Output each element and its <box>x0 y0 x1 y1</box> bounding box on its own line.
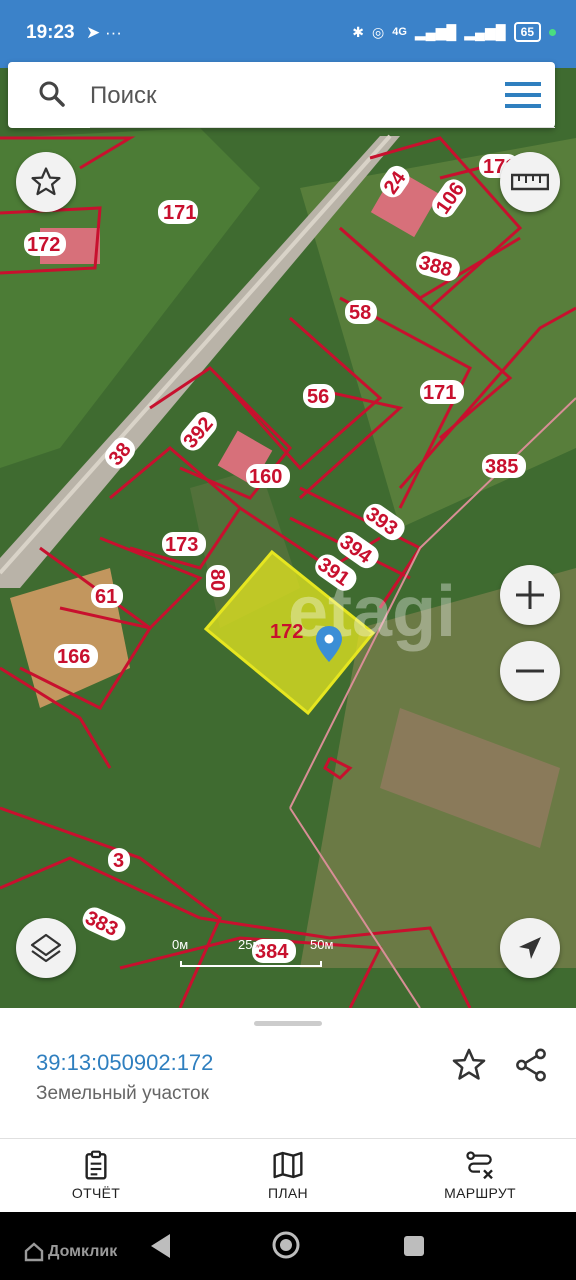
parcel-label: 171 <box>420 380 464 404</box>
cadastral-number[interactable]: 39:13:050902:172 <box>36 1050 213 1076</box>
scale-label-25: 25м <box>238 937 262 952</box>
privacy-dot <box>549 28 556 36</box>
parcel-label: 385 <box>482 454 526 478</box>
parcel-label: 160 <box>246 464 290 488</box>
parcel-type: Земельный участок <box>36 1083 209 1104</box>
tab-route-label: МАРШРУТ <box>444 1185 516 1201</box>
zoom-in-button[interactable] <box>500 565 560 625</box>
svg-text:61: 61 <box>95 586 117 608</box>
drag-handle[interactable] <box>254 1021 322 1026</box>
map-icon <box>273 1151 303 1179</box>
status-bar: 19:23 ➤ ··· ✱ ◎ 4G ▂▄▆█ ▂▄▆█ 65 <box>0 0 576 68</box>
svg-text:171: 171 <box>163 202 196 224</box>
navigation-arrow-icon <box>519 937 541 959</box>
svg-text:80: 80 <box>206 569 228 591</box>
telegram-icon: ➤ ··· <box>86 23 122 42</box>
scale-bar <box>180 961 322 967</box>
tab-route[interactable]: МАРШРУТ <box>384 1139 576 1213</box>
network-type: 4G <box>392 26 407 38</box>
status-icons: ✱ ◎ 4G ▂▄▆█ ▂▄▆█ 65 <box>352 22 556 42</box>
svg-text:385: 385 <box>485 456 518 478</box>
parcel-label: 172 <box>270 621 303 643</box>
parcel-label: 58 <box>345 300 377 324</box>
search-input[interactable]: Поиск <box>90 82 157 110</box>
signal-icon: ▂▄▆█ <box>414 23 457 40</box>
satellite-map[interactable]: etagi 171 172 24 106 171 388 58 56 171 3… <box>0 68 576 1008</box>
map-scale: 0м 25м 50м <box>172 937 334 977</box>
svg-text:166: 166 <box>57 646 90 668</box>
minus-icon <box>516 669 544 673</box>
ruler-button[interactable] <box>500 152 560 212</box>
parcel-label: 166 <box>54 644 98 668</box>
tab-report-label: ОТЧЁТ <box>71 1185 121 1201</box>
battery-icon: 65 <box>513 22 541 42</box>
my-location-button[interactable] <box>500 918 560 978</box>
tab-plan-label: ПЛАН <box>268 1185 308 1201</box>
parcel-info-sheet[interactable]: 39:13:050902:172 Земельный участок <box>0 1008 576 1138</box>
parcel-label: 172 <box>24 232 66 256</box>
bottom-tabs: ОТЧЁТ ПЛАН МАРШРУТ <box>0 1138 576 1212</box>
menu-icon[interactable] <box>505 82 541 108</box>
system-nav-bar: Домклик <box>0 1212 576 1280</box>
ruler-icon <box>511 173 549 191</box>
brand-text: Домклик <box>48 1243 118 1260</box>
home-icon[interactable] <box>270 1229 302 1261</box>
tab-report[interactable]: ОТЧЁТ <box>0 1139 192 1213</box>
parcel-label: 61 <box>91 584 123 608</box>
map-canvas: etagi 171 172 24 106 171 388 58 56 171 3… <box>0 68 576 1008</box>
parcel-label: 171 <box>158 200 198 224</box>
favorite-layer-button[interactable] <box>16 152 76 212</box>
svg-text:172: 172 <box>270 621 303 643</box>
bluetooth-icon: ✱ <box>352 23 364 40</box>
report-icon <box>85 1150 107 1180</box>
search-icon <box>39 81 65 107</box>
domclick-logo-icon <box>24 1242 44 1262</box>
svg-text:56: 56 <box>307 386 329 408</box>
plus-icon <box>516 581 544 609</box>
search-bar[interactable]: Поиск <box>8 62 555 128</box>
tab-plan[interactable]: ПЛАН <box>192 1139 384 1213</box>
back-icon[interactable] <box>148 1232 174 1260</box>
wifi-icon: ◎ <box>371 23 385 40</box>
svg-text:173: 173 <box>165 534 198 556</box>
layers-button[interactable] <box>16 918 76 978</box>
svg-text:172: 172 <box>27 234 60 256</box>
search-underline <box>90 127 555 128</box>
scale-label-50: 50м <box>310 937 334 952</box>
clock: 19:23 <box>26 22 75 43</box>
share-icon[interactable] <box>512 1046 550 1084</box>
svg-text:160: 160 <box>249 466 282 488</box>
etagi-watermark: etagi <box>288 572 456 652</box>
scale-label-0: 0м <box>172 937 189 952</box>
signal-icon-2: ▂▄▆█ <box>464 23 506 40</box>
star-icon[interactable] <box>450 1046 488 1084</box>
parcel-label: 80 <box>206 565 230 597</box>
zoom-out-button[interactable] <box>500 641 560 701</box>
svg-text:171: 171 <box>423 382 456 404</box>
parcel-label: 3 <box>108 848 130 872</box>
svg-text:3: 3 <box>113 850 124 872</box>
layers-icon <box>30 933 62 963</box>
route-icon <box>466 1151 493 1180</box>
parcel-label: 173 <box>162 532 206 556</box>
recents-icon[interactable] <box>402 1234 426 1258</box>
domclick-watermark: Домклик <box>24 1242 117 1262</box>
svg-text:58: 58 <box>349 302 371 324</box>
star-outline-icon <box>31 167 61 196</box>
parcel-label: 56 <box>303 384 335 408</box>
